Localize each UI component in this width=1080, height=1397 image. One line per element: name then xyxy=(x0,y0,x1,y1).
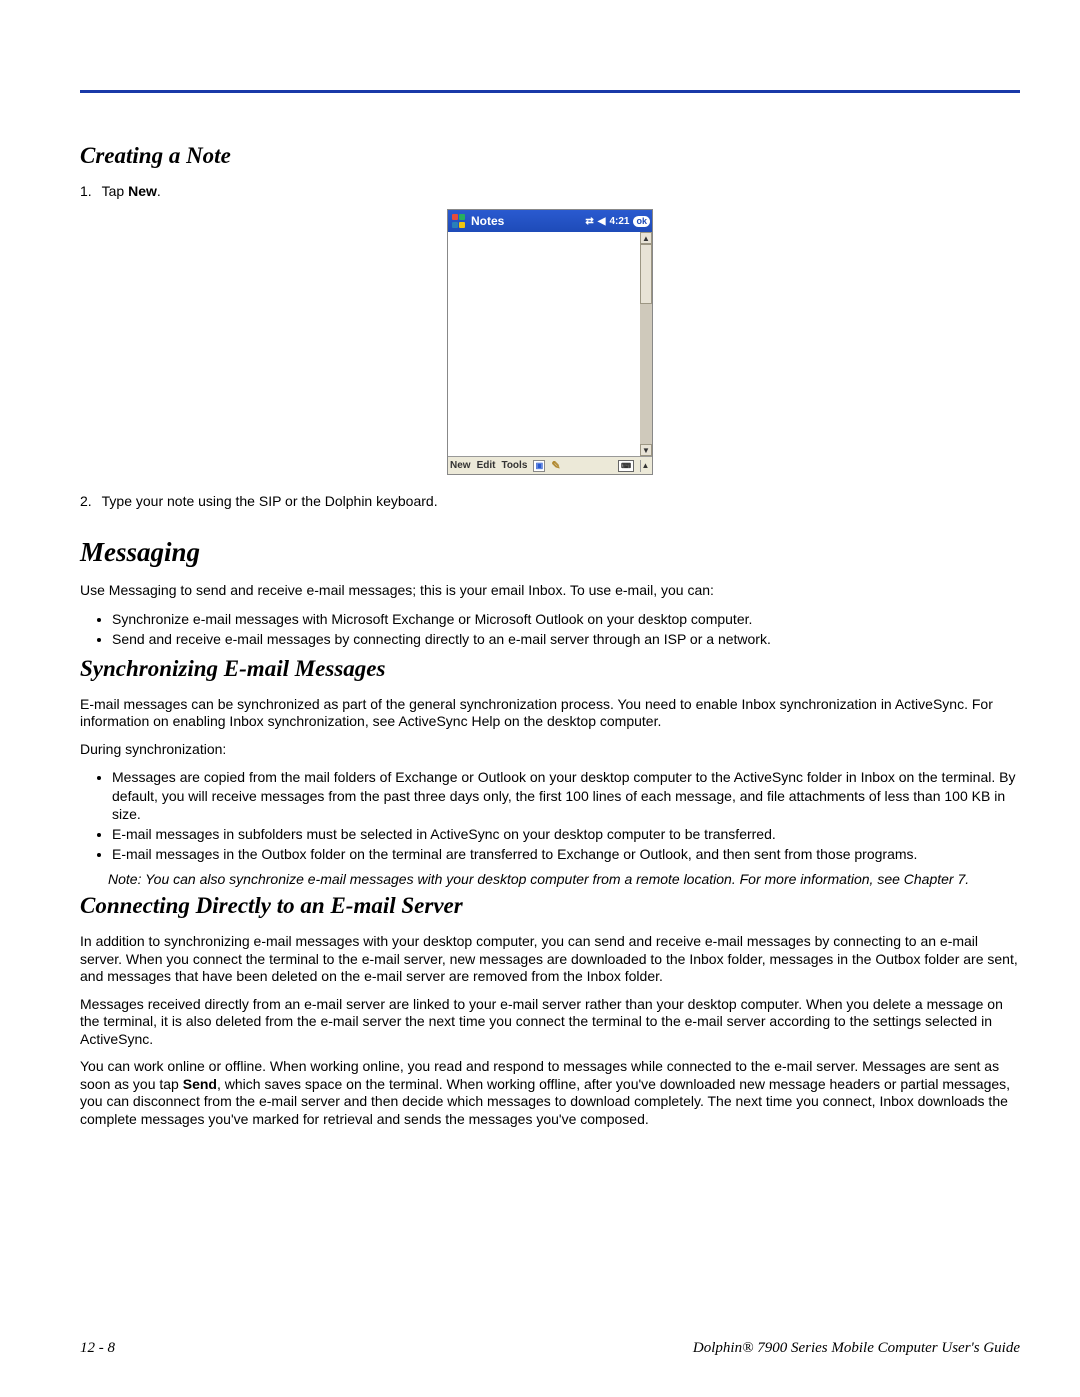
connect-p3-bold: Send xyxy=(183,1076,217,1092)
sip-up-icon[interactable]: ▲ xyxy=(640,460,650,472)
step-1-number: 1. xyxy=(80,183,98,199)
device-time: 4:21 xyxy=(609,216,629,227)
note-text: You can also synchronize e-mail messages… xyxy=(145,871,969,887)
record-icon[interactable]: ▣ xyxy=(533,460,545,472)
keyboard-icon[interactable]: ⌨ xyxy=(618,460,634,472)
sync-bullet-1: Messages are copied from the mail folder… xyxy=(112,768,1020,823)
vertical-scrollbar[interactable]: ▲ ▼ xyxy=(640,232,652,456)
device-canvas-row: ▲ ▼ xyxy=(448,232,652,456)
connect-p1: In addition to synchronizing e-mail mess… xyxy=(80,933,1020,986)
sync-p2: During synchronization: xyxy=(80,741,1020,759)
messaging-bullets: Synchronize e-mail messages with Microso… xyxy=(80,610,1020,648)
step-1-pre: Tap xyxy=(102,183,128,199)
heading-connect: Connecting Directly to an E-mail Server xyxy=(80,893,1020,919)
messaging-intro: Use Messaging to send and receive e-mail… xyxy=(80,582,1020,600)
step-2: 2. Type your note using the SIP or the D… xyxy=(80,493,1020,509)
page-footer: 12 - 8 Dolphin® 7900 Series Mobile Compu… xyxy=(80,1340,1020,1357)
step-2-number: 2. xyxy=(80,493,98,509)
menu-edit[interactable]: Edit xyxy=(477,460,496,471)
sync-icon: ⇄ xyxy=(585,216,593,227)
sync-bullets: Messages are copied from the mail folder… xyxy=(80,768,1020,863)
messaging-bullet-2: Send and receive e-mail messages by conn… xyxy=(112,630,1020,648)
step-2-text: Type your note using the SIP or the Dolp… xyxy=(102,493,438,509)
device-frame: Notes ⇄ ◀ 4:21 ok ▲ ▼ New xyxy=(447,209,653,475)
heading-messaging: Messaging xyxy=(80,537,1020,568)
scroll-up-icon[interactable]: ▲ xyxy=(640,232,652,244)
footer-page-number: 12 - 8 xyxy=(80,1340,115,1357)
sync-bullet-2: E-mail messages in subfolders must be se… xyxy=(112,825,1020,843)
sync-bullet-3: E-mail messages in the Outbox folder on … xyxy=(112,845,1020,863)
footer-title: Dolphin® 7900 Series Mobile Computer Use… xyxy=(693,1340,1020,1357)
device-titlebar: Notes ⇄ ◀ 4:21 ok xyxy=(448,210,652,232)
scroll-track[interactable] xyxy=(640,304,652,444)
speaker-icon: ◀ xyxy=(598,216,606,227)
header-rule xyxy=(80,90,1020,93)
note-label: Note: xyxy=(108,871,141,887)
note-canvas[interactable] xyxy=(448,232,640,456)
step-1: 1. Tap New. xyxy=(80,183,1020,199)
device-title: Notes xyxy=(471,214,504,228)
step-1-post: . xyxy=(157,183,161,199)
pen-icon[interactable]: ✎ xyxy=(551,459,560,472)
device-screenshot: Notes ⇄ ◀ 4:21 ok ▲ ▼ New xyxy=(80,209,1020,475)
device-bottombar: New Edit Tools ▣ ✎ ⌨ ▲ xyxy=(448,456,652,474)
ok-button[interactable]: ok xyxy=(633,216,650,227)
step-1-bold: New xyxy=(128,183,157,199)
heading-sync: Synchronizing E-mail Messages xyxy=(80,656,1020,682)
connect-p3-post: , which saves space on the terminal. Whe… xyxy=(80,1076,1010,1127)
sync-note: Note: You can also synchronize e-mail me… xyxy=(134,871,1020,887)
scroll-thumb[interactable] xyxy=(640,244,652,304)
scroll-down-icon[interactable]: ▼ xyxy=(640,444,652,456)
menu-tools[interactable]: Tools xyxy=(501,460,527,471)
connect-p2: Messages received directly from an e-mai… xyxy=(80,996,1020,1049)
windows-logo-icon xyxy=(451,214,466,229)
heading-creating-note: Creating a Note xyxy=(80,143,1020,169)
messaging-bullet-1: Synchronize e-mail messages with Microso… xyxy=(112,610,1020,628)
menu-new[interactable]: New xyxy=(450,460,471,471)
sync-p1: E-mail messages can be synchronized as p… xyxy=(80,696,1020,731)
connect-p3: You can work online or offline. When wor… xyxy=(80,1058,1020,1128)
